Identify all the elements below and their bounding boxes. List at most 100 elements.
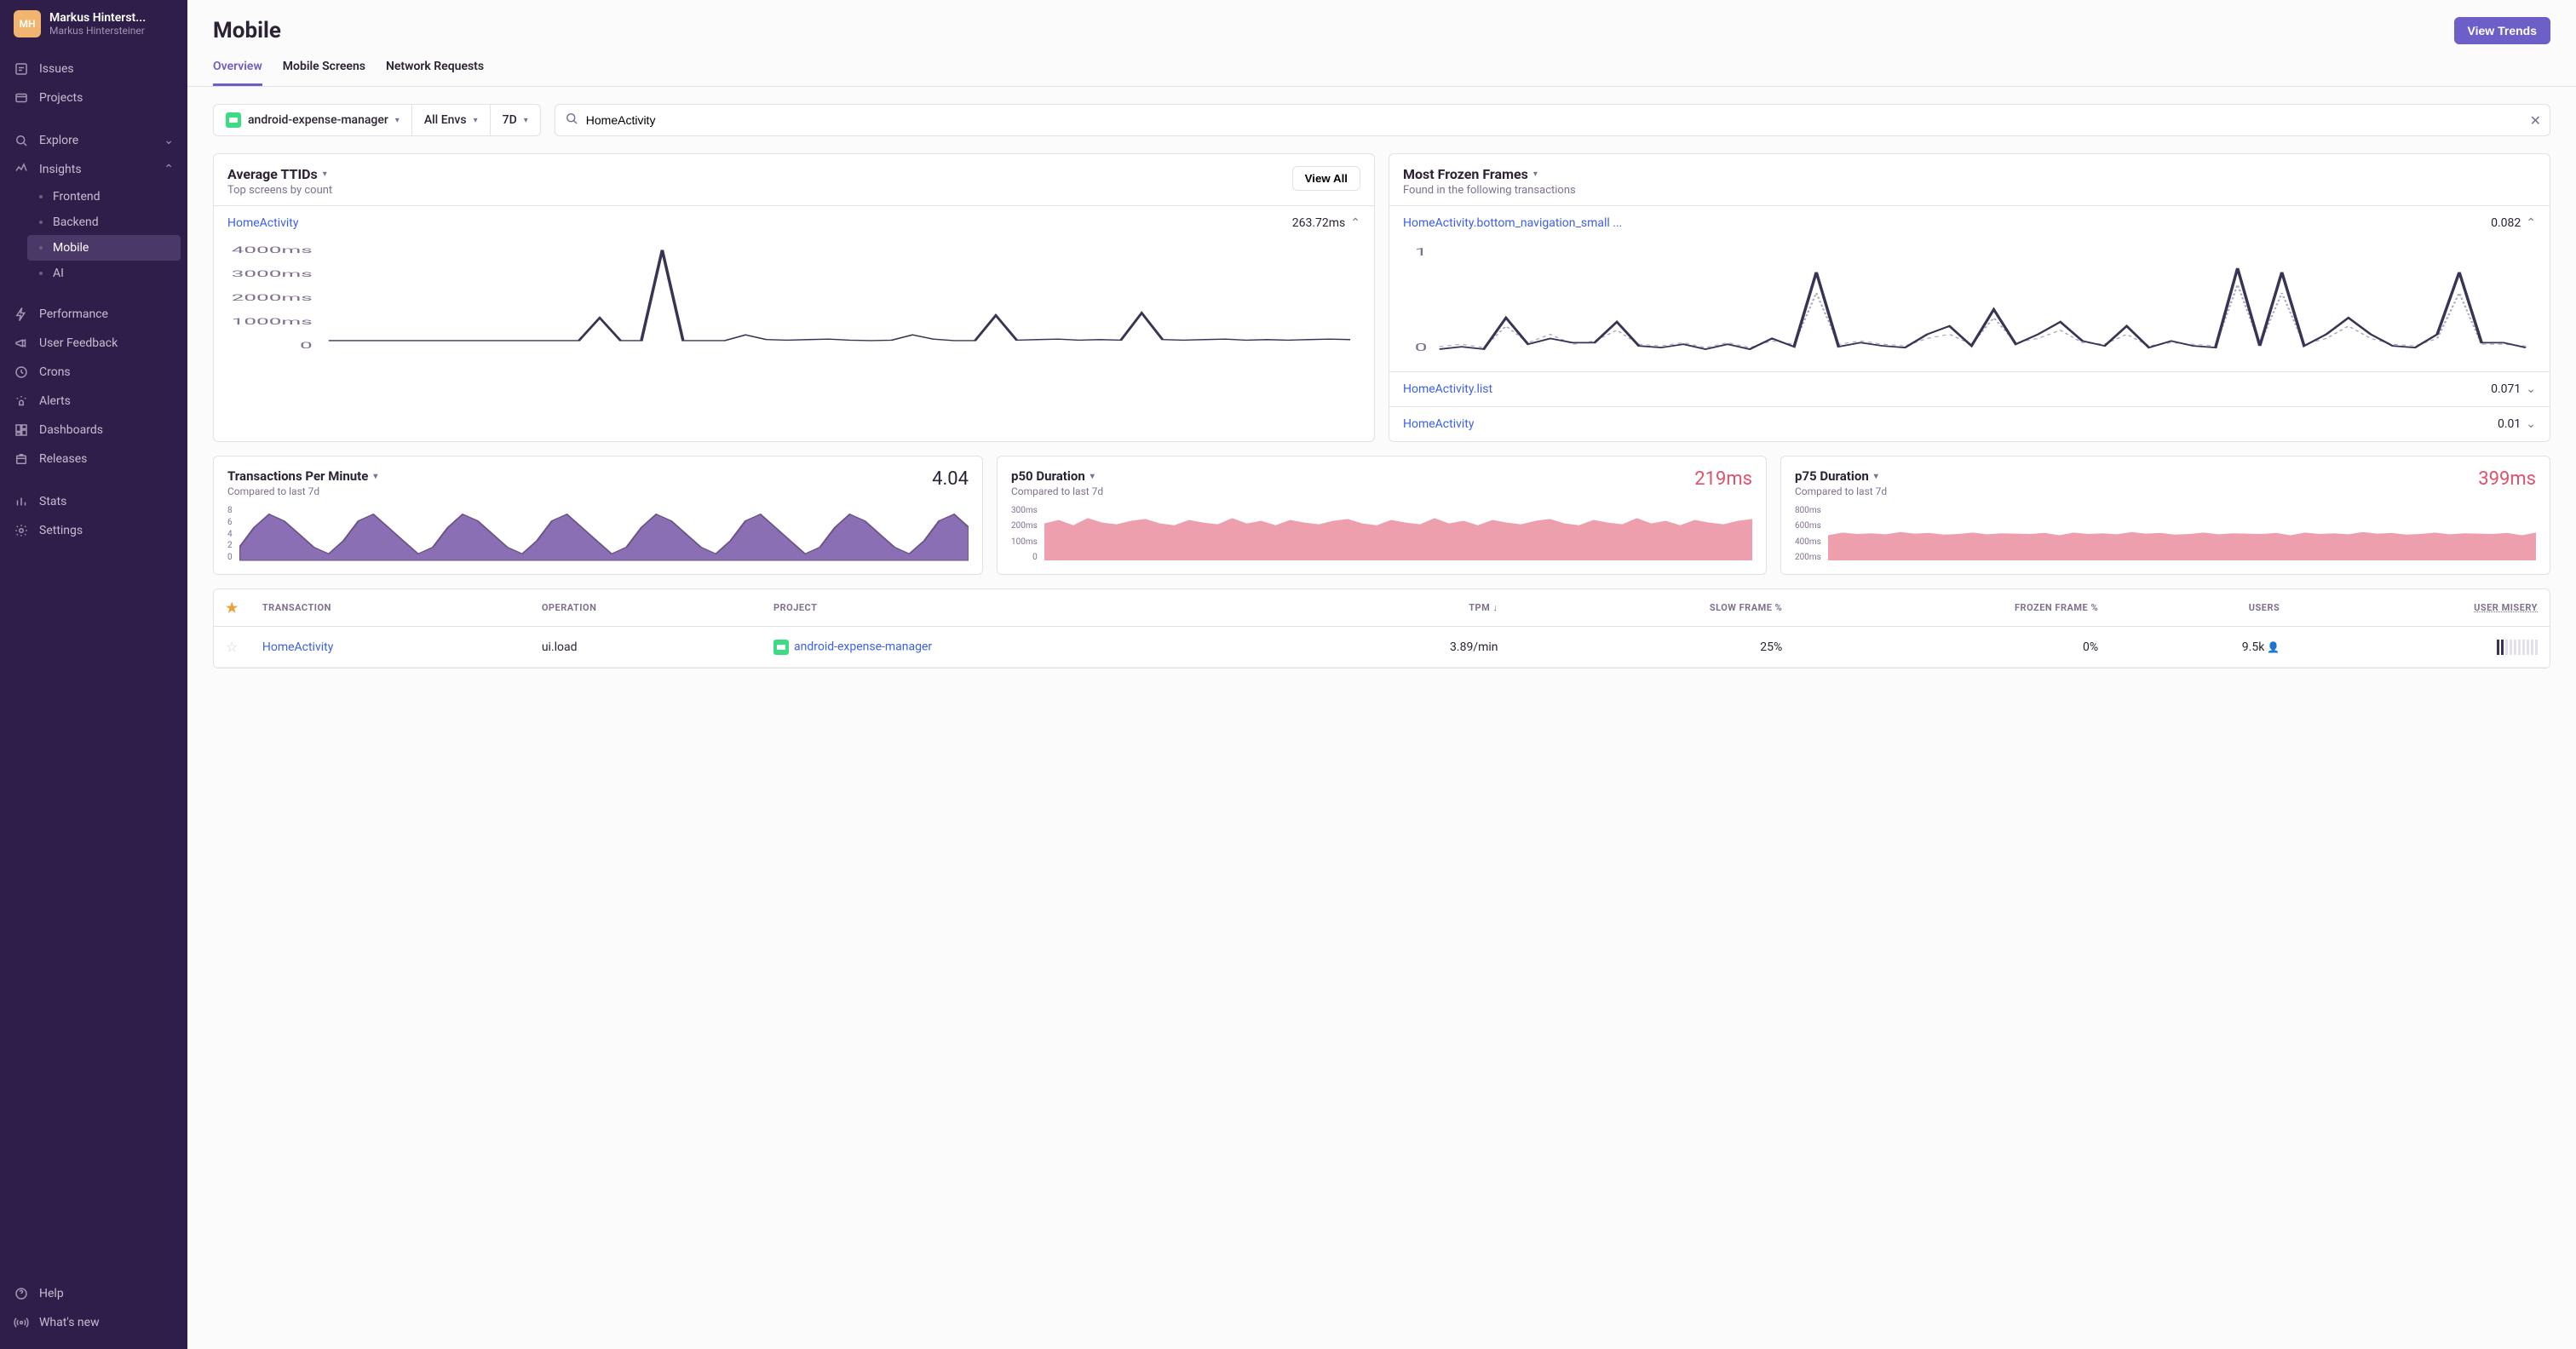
tab-network-requests[interactable]: Network Requests — [386, 60, 484, 86]
nav-explore[interactable]: Explore ⌄ — [0, 126, 187, 155]
project-filter[interactable]: android-expense-manager ▾ — [214, 105, 412, 135]
col-transaction[interactable]: Transaction — [250, 589, 530, 627]
stat-tpm: Transactions Per Minute▾ Compared to las… — [213, 456, 983, 575]
sidebar-header[interactable]: MH Markus Hinterst... Markus Hinterstein… — [0, 0, 187, 48]
lightning-icon — [14, 307, 29, 322]
card-average-ttid: Average TTIDs ▾ Top screens by count View… — [213, 153, 1375, 442]
svg-text:0: 0 — [1415, 342, 1428, 354]
dot-icon — [39, 195, 43, 198]
megaphone-icon — [14, 336, 29, 351]
stat-row: Transactions Per Minute▾ Compared to las… — [187, 456, 2576, 588]
env-filter-label: All Envs — [424, 113, 467, 127]
gear-icon — [14, 523, 29, 538]
view-trends-button[interactable]: View Trends — [2454, 17, 2550, 44]
page-header: Mobile View Trends — [187, 0, 2576, 44]
nav-projects[interactable]: Projects — [0, 83, 187, 112]
star-icon[interactable]: ★ — [226, 600, 239, 616]
tab-overview[interactable]: Overview — [213, 60, 262, 86]
projects-icon — [14, 90, 29, 106]
col-tpm[interactable]: TPM ↓ — [1298, 589, 1510, 627]
col-project[interactable]: Project — [762, 589, 1298, 627]
clock-icon — [14, 365, 29, 380]
frozen-item-link[interactable]: HomeActivity.bottom_navigation_small ... — [1403, 216, 1622, 230]
nav-label: Explore — [39, 134, 153, 147]
star-icon[interactable]: ☆ — [226, 639, 238, 655]
frozen-item-value: 0.01 — [2498, 417, 2521, 431]
nav-sub-ai[interactable]: AI — [20, 261, 187, 286]
misery-bars — [2303, 640, 2538, 655]
mini-chart-tpm: 86420 — [227, 506, 969, 562]
nav-help[interactable]: Help — [0, 1279, 187, 1308]
chevron-down-icon[interactable]: ▾ — [1533, 169, 1538, 179]
filters-row: android-expense-manager ▾ All Envs ▾ 7D … — [187, 87, 2576, 153]
clear-search-icon[interactable]: ✕ — [2530, 112, 2541, 129]
col-frozen[interactable]: Frozen Frame % — [1794, 589, 2110, 627]
nav-releases[interactable]: Releases — [0, 445, 187, 474]
chevron-down-icon[interactable]: ⌄ — [2526, 417, 2536, 431]
env-filter[interactable]: All Envs ▾ — [412, 105, 491, 135]
chevron-down-icon: ▾ — [524, 116, 528, 125]
nav-crons[interactable]: Crons — [0, 358, 187, 387]
frozen-item-value: 0.071 — [2491, 382, 2521, 396]
help-icon — [14, 1286, 29, 1301]
project-link[interactable]: android-expense-manager — [794, 640, 932, 653]
project-filter-label: android-expense-manager — [248, 113, 388, 127]
card-subtitle: Top screens by count — [227, 184, 332, 197]
frozen-chart: 1 0 — [1389, 240, 2550, 371]
frozen-item-value: 0.082 — [2491, 216, 2521, 230]
range-filter[interactable]: 7D ▾ — [491, 105, 540, 135]
chevron-up-icon[interactable]: ⌃ — [2526, 216, 2536, 230]
nav-settings[interactable]: Settings — [0, 516, 187, 545]
stat-p75: p75 Duration▾ Compared to last 7d 399ms … — [1780, 456, 2550, 575]
col-slow[interactable]: Slow Frame % — [1510, 589, 1795, 627]
range-filter-label: 7D — [503, 113, 517, 127]
filter-group: android-expense-manager ▾ All Envs ▾ 7D … — [213, 104, 541, 136]
tabs: Overview Mobile Screens Network Requests — [187, 44, 2576, 87]
chevron-up-icon[interactable]: ⌃ — [1350, 216, 1360, 230]
nav-label: Issues — [39, 62, 174, 76]
nav-stats[interactable]: Stats — [0, 487, 187, 516]
dot-icon — [39, 246, 43, 250]
package-icon — [14, 451, 29, 467]
col-misery[interactable]: User Misery — [2291, 589, 2550, 627]
transaction-link[interactable]: HomeActivity — [262, 640, 334, 654]
search-icon — [564, 111, 579, 129]
broadcast-icon — [14, 1315, 29, 1330]
nav-dashboards[interactable]: Dashboards — [0, 416, 187, 445]
col-operation[interactable]: Operation — [530, 589, 762, 627]
search-input[interactable] — [586, 105, 2523, 135]
nav-feedback[interactable]: User Feedback — [0, 329, 187, 358]
nav-sub-mobile[interactable]: Mobile — [27, 235, 181, 261]
ttid-item-link[interactable]: HomeActivity — [227, 216, 299, 230]
chevron-down-icon[interactable]: ▾ — [1874, 472, 1878, 481]
nav-whatsnew[interactable]: What's new — [0, 1308, 187, 1337]
nav-alerts[interactable]: Alerts — [0, 387, 187, 416]
chevron-down-icon[interactable]: ⌄ — [2526, 382, 2536, 396]
nav-label: Projects — [39, 91, 174, 105]
card-frozen-frames: Most Frozen Frames▾ Found in the followi… — [1389, 153, 2550, 442]
frozen-item-link[interactable]: HomeActivity.list — [1403, 382, 1492, 396]
nav-issues[interactable]: Issues — [0, 55, 187, 83]
chevron-down-icon[interactable]: ▾ — [323, 169, 327, 179]
frozen-item-link[interactable]: HomeActivity — [1403, 417, 1475, 431]
chevron-down-icon[interactable]: ▾ — [373, 472, 377, 481]
chevron-down-icon[interactable]: ▾ — [1090, 472, 1095, 481]
sidebar-footer: Help What's new — [0, 1272, 187, 1349]
nav-sub-frontend[interactable]: Frontend — [20, 184, 187, 210]
view-all-button[interactable]: View All — [1292, 166, 1360, 191]
card-title: Average TTIDs — [227, 166, 318, 182]
chevron-down-icon: ⌄ — [164, 134, 174, 147]
users-cell: 9.5k👤 — [2110, 627, 2291, 668]
nav-main: Issues Projects Explore ⌄ Insights ⌃ Fro… — [0, 48, 187, 1272]
nav-insights[interactable]: Insights ⌃ — [0, 155, 187, 184]
nav-performance[interactable]: Performance — [0, 300, 187, 329]
svg-text:3000ms: 3000ms — [232, 269, 313, 279]
card-title: Most Frozen Frames — [1403, 166, 1528, 182]
nav-sub-backend[interactable]: Backend — [20, 210, 187, 235]
col-users[interactable]: Users — [2110, 589, 2291, 627]
stat-value: 399ms — [2478, 468, 2536, 490]
ttid-item-value: 263.72ms — [1292, 216, 1346, 230]
stat-p50: p50 Duration▾ Compared to last 7d 219ms … — [997, 456, 1767, 575]
tab-mobile-screens[interactable]: Mobile Screens — [283, 60, 365, 86]
page-title: Mobile — [213, 18, 281, 43]
